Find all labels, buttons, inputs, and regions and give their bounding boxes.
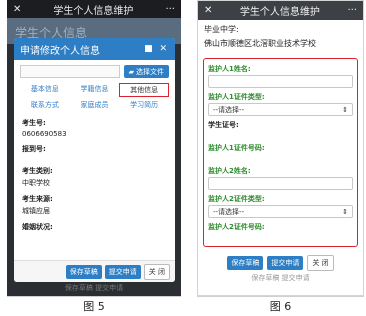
modal-footer: 保存草稿 提交申请 关 闭 [14, 260, 175, 282]
graduated-school-label: 毕业中学: [204, 25, 239, 34]
file-path-field[interactable] [20, 65, 120, 78]
close-icon[interactable]: ✕ [13, 4, 21, 15]
choose-file-button[interactable]: ▰ 选择文件 [123, 65, 169, 78]
category-label: 考生类别: [22, 167, 53, 175]
figure6-panel: ✕ 学生个人信息维护 ··· 毕业中学: 佛山市顺德区北滘职业技术学校 监护人1… [197, 0, 364, 296]
guardian1-name-label: 监护人1姓名: [208, 65, 251, 73]
app-header: ✕ 学生个人信息维护 ··· [7, 0, 181, 18]
guardian1-name-input[interactable] [208, 75, 353, 88]
guardian2-id-no-label: 监护人2证件号码: [208, 223, 265, 231]
background-buttons-text: 保存草稿 提交申请 [64, 284, 124, 292]
app-header: ✕ 学生个人信息维护 ··· [198, 1, 363, 20]
guardian1-id-no-label: 监护人1证件号码: [208, 144, 265, 152]
more-icon[interactable]: ··· [165, 4, 175, 15]
modal-window-controls[interactable]: ■ ✕ [144, 44, 169, 54]
graduated-school-value: 佛山市顺德区北滘职业技术学校 [204, 39, 316, 48]
tab-other-info[interactable]: 其他信息 [119, 83, 169, 97]
student-id-label: 学生证号: [208, 121, 239, 129]
close-icon[interactable]: ✕ [204, 5, 212, 16]
tab-study-history[interactable]: 学习简历 [119, 99, 169, 111]
select-arrows-icon: ⇕ [342, 105, 348, 114]
guardian2-name-input[interactable] [208, 177, 353, 190]
guardian1-id-type-value: --请选择-- [213, 105, 245, 114]
category-value: 中职学校 [22, 179, 50, 187]
figure6-caption: 图 6 [197, 296, 364, 315]
school-section: 毕业中学: 佛山市顺德区北滘职业技术学校 [198, 20, 363, 49]
file-upload-row: ▰ 选择文件 [14, 60, 175, 80]
exam-no-label: 考生号: [22, 119, 46, 127]
guardian2-id-type-value: --请选择-- [213, 207, 245, 216]
close-button[interactable]: 关 闭 [307, 255, 334, 271]
header-title: 学生个人信息维护 [239, 7, 320, 18]
report-no-label: 报到号: [22, 145, 46, 153]
save-draft-button[interactable]: 保存草稿 [65, 264, 102, 279]
guardian2-id-type-select[interactable]: --请选择-- ⇕ [208, 205, 353, 218]
background-buttons-text: 保存草稿 提交申请 [251, 274, 310, 282]
more-icon[interactable]: ··· [347, 5, 357, 16]
tab-contact[interactable]: 联系方式 [20, 99, 70, 111]
select-arrows-icon: ⇕ [342, 207, 348, 216]
info-tabs: 基本信息 学籍信息 其他信息 联系方式 家庭成员 学习简历 [14, 80, 175, 113]
marital-label: 婚姻状况: [22, 223, 53, 231]
tab-family[interactable]: 家庭成员 [70, 99, 120, 111]
edit-info-modal: 申请修改个人信息 ■ ✕ ▰ 选择文件 基本信息 学籍信息 其他信息 联系方式 … [14, 38, 175, 282]
modal-body: 考生号: 0606690583 报到号: 考生类别: 中职学校 考生来源: 城镇… [14, 113, 175, 235]
modal-title: 申请修改个人信息 [20, 45, 100, 57]
guardian1-id-type-label: 监护人1证件类型: [208, 93, 265, 101]
header-title: 学生个人信息维护 [53, 5, 134, 17]
figure5-caption: 图 5 [7, 296, 181, 315]
guardian-section-highlight: 监护人1姓名: 监护人1证件类型: --请选择-- ⇕ 学生证号: 监护人1证件… [203, 58, 358, 247]
guardian1-id-type-select[interactable]: --请选择-- ⇕ [208, 103, 353, 116]
choose-file-label: 选择文件 [136, 67, 164, 76]
form-footer: 保存草稿 提交申请 关 闭 [198, 253, 363, 273]
guardian2-name-label: 监护人2姓名: [208, 167, 251, 175]
source-value: 城镇应届 [22, 207, 50, 215]
save-draft-button[interactable]: 保存草稿 [227, 256, 264, 270]
tab-basic-info[interactable]: 基本信息 [20, 83, 70, 97]
modal-header: 申请修改个人信息 ■ ✕ [14, 38, 175, 60]
source-label: 考生来源: [22, 195, 53, 203]
guardian2-id-type-label: 监护人2证件类型: [208, 195, 265, 203]
close-button[interactable]: 关 闭 [143, 263, 170, 280]
tab-enrollment-info[interactable]: 学籍信息 [70, 83, 120, 97]
folder-icon: ▰ [128, 67, 134, 76]
figure5-panel: ✕ 学生个人信息维护 ··· 学生个人信息 申请修改个人信息 ■ ✕ ▰ 选择文… [7, 0, 181, 296]
exam-no-value: 0606690583 [22, 130, 67, 138]
submit-button[interactable]: 提交申请 [104, 264, 141, 279]
submit-button[interactable]: 提交申请 [267, 256, 304, 270]
